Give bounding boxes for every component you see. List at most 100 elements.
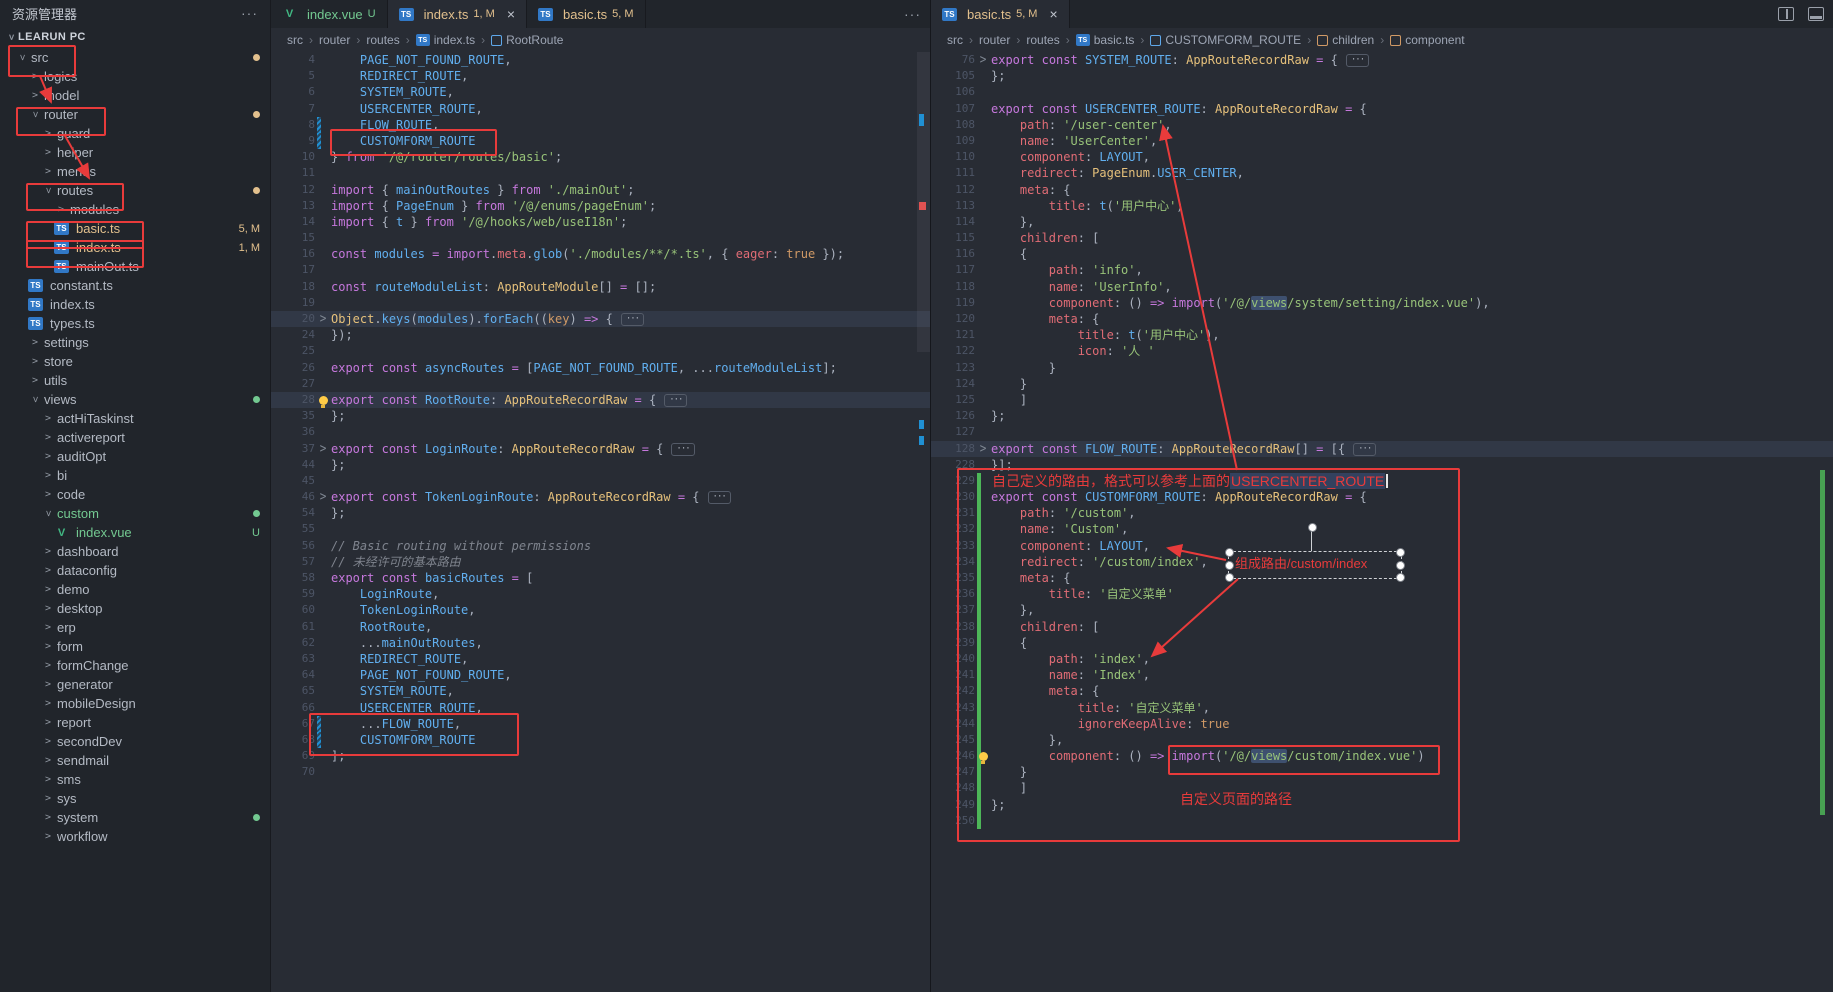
code-line-59[interactable]: 59 LoginRoute,	[271, 586, 931, 602]
annotation-textbox[interactable]: 组成路由/custom/index	[1228, 551, 1402, 579]
code-line-237[interactable]: 237 },	[931, 602, 1833, 618]
tree-item-helper[interactable]: >helper	[0, 143, 270, 162]
close-icon[interactable]: ×	[507, 7, 515, 21]
code-line-121[interactable]: 121 title: t('用户中心'),	[931, 327, 1833, 343]
folded-region-indicator[interactable]: ···	[1346, 54, 1369, 67]
code-line-65[interactable]: 65 SYSTEM_ROUTE,	[271, 683, 931, 699]
code-line-127[interactable]: 127	[931, 424, 1833, 440]
tree-item-erp[interactable]: >erp	[0, 618, 270, 637]
tree-item-secondDev[interactable]: >secondDev	[0, 732, 270, 751]
tree-item-mainOut.ts[interactable]: TSmainOut.ts	[0, 257, 270, 276]
tree-item-activereport[interactable]: >activereport	[0, 428, 270, 447]
code-line-6[interactable]: 6 SYSTEM_ROUTE,	[271, 84, 931, 100]
tree-item-types.ts[interactable]: TStypes.ts	[0, 314, 270, 333]
code-line-115[interactable]: 115 children: [	[931, 230, 1833, 246]
tree-item-actHiTaskinst[interactable]: >actHiTaskinst	[0, 409, 270, 428]
code-line-5[interactable]: 5 REDIRECT_ROUTE,	[271, 68, 931, 84]
tree-item-constant.ts[interactable]: TSconstant.ts	[0, 276, 270, 295]
tree-item-sendmail[interactable]: >sendmail	[0, 751, 270, 770]
tree-item-modules[interactable]: >modules	[0, 200, 270, 219]
code-line-123[interactable]: 123 }	[931, 360, 1833, 376]
code-line-19[interactable]: 19	[271, 295, 931, 311]
code-line-238[interactable]: 238 children: [	[931, 619, 1833, 635]
code-line-25[interactable]: 25	[271, 343, 931, 359]
tree-item-sms[interactable]: >sms	[0, 770, 270, 789]
code-line-64[interactable]: 64 PAGE_NOT_FOUND_ROUTE,	[271, 667, 931, 683]
code-line-60[interactable]: 60 TokenLoginRoute,	[271, 602, 931, 618]
tree-item-bi[interactable]: >bi	[0, 466, 270, 485]
folded-region-indicator[interactable]: ···	[621, 313, 644, 326]
breadcrumb-item-router[interactable]: router	[319, 33, 350, 47]
code-line-62[interactable]: 62 ...mainOutRoutes,	[271, 635, 931, 651]
code-line-106[interactable]: 106	[931, 84, 1833, 100]
folded-region-indicator[interactable]: ···	[671, 443, 694, 456]
split-editor-icon[interactable]	[1778, 7, 1794, 21]
code-line-35[interactable]: 35};	[271, 408, 931, 424]
code-line-70[interactable]: 70	[271, 764, 931, 780]
code-line-57[interactable]: 57// 未经许可的基本路由	[271, 554, 931, 570]
rotation-handle[interactable]	[1308, 523, 1317, 532]
code-line-107[interactable]: 107export const USERCENTER_ROUTE: AppRou…	[931, 101, 1833, 117]
code-line-236[interactable]: 236 title: '自定义菜单'	[931, 586, 1833, 602]
overview-ruler-right[interactable]	[1820, 0, 1833, 992]
tree-item-form[interactable]: >form	[0, 637, 270, 656]
code-line-63[interactable]: 63 REDIRECT_ROUTE,	[271, 651, 931, 667]
code-line-20[interactable]: 20>Object.keys(modules).forEach((key) =>…	[271, 311, 931, 327]
code-line-128[interactable]: 128>export const FLOW_ROUTE: AppRouteRec…	[931, 441, 1833, 457]
code-line-245[interactable]: 245 },	[931, 732, 1833, 748]
fold-chevron-icon[interactable]: >	[320, 309, 327, 328]
resize-handle-w[interactable]	[1225, 561, 1234, 570]
code-line-105[interactable]: 105};	[931, 68, 1833, 84]
code-line-13[interactable]: 13import { PageEnum } from '/@/enums/pag…	[271, 198, 931, 214]
code-line-15[interactable]: 15	[271, 230, 931, 246]
code-line-240[interactable]: 240 path: 'index',	[931, 651, 1833, 667]
code-line-7[interactable]: 7 USERCENTER_ROUTE,	[271, 101, 931, 117]
tree-item-src[interactable]: >src	[0, 48, 270, 67]
code-line-28[interactable]: 28export const RootRoute: AppRouteRecord…	[271, 392, 931, 408]
breadcrumb-item-RootRoute[interactable]: RootRoute	[491, 33, 563, 47]
fold-chevron-icon[interactable]: >	[980, 50, 987, 69]
code-line-119[interactable]: 119 component: () => import('/@/views/sy…	[931, 295, 1833, 311]
code-line-46[interactable]: 46>export const TokenLoginRoute: AppRout…	[271, 489, 931, 505]
code-line-11[interactable]: 11	[271, 165, 931, 181]
tree-item-desktop[interactable]: >desktop	[0, 599, 270, 618]
code-line-247[interactable]: 247 }	[931, 764, 1833, 780]
tree-item-workflow[interactable]: >workflow	[0, 827, 270, 846]
code-line-55[interactable]: 55	[271, 521, 931, 537]
code-line-108[interactable]: 108 path: '/user-center',	[931, 117, 1833, 133]
tree-item-demo[interactable]: >demo	[0, 580, 270, 599]
code-line-111[interactable]: 111 redirect: PageEnum.USER_CENTER,	[931, 165, 1833, 181]
code-line-228[interactable]: 228}];	[931, 457, 1833, 473]
code-line-124[interactable]: 124 }	[931, 376, 1833, 392]
code-line-230[interactable]: 230export const CUSTOMFORM_ROUTE: AppRou…	[931, 489, 1833, 505]
tree-item-views[interactable]: >views	[0, 390, 270, 409]
code-line-114[interactable]: 114 },	[931, 214, 1833, 230]
code-line-36[interactable]: 36	[271, 424, 931, 440]
code-line-232[interactable]: 232 name: 'Custom',	[931, 521, 1833, 537]
code-line-249[interactable]: 249};	[931, 797, 1833, 813]
code-editor-basic-ts[interactable]: 76>export const SYSTEM_ROUTE: AppRouteRe…	[931, 52, 1833, 829]
tab-basic.ts[interactable]: TSbasic.ts5, M×	[931, 0, 1070, 28]
overview-ruler-left[interactable]	[917, 0, 931, 992]
code-line-61[interactable]: 61 RootRoute,	[271, 619, 931, 635]
code-line-241[interactable]: 241 name: 'Index',	[931, 667, 1833, 683]
tree-item-formChange[interactable]: >formChange	[0, 656, 270, 675]
breadcrumb-item-index.ts[interactable]: TSindex.ts	[416, 33, 475, 47]
tab-index.ts[interactable]: TSindex.ts1, M×	[388, 0, 527, 28]
code-line-126[interactable]: 126};	[931, 408, 1833, 424]
breadcrumb-item-router[interactable]: router	[979, 33, 1010, 47]
code-line-56[interactable]: 56// Basic routing without permissions	[271, 538, 931, 554]
code-line-4[interactable]: 4 PAGE_NOT_FOUND_ROUTE,	[271, 52, 931, 68]
code-line-54[interactable]: 54};	[271, 505, 931, 521]
tree-item-code[interactable]: >code	[0, 485, 270, 504]
code-line-24[interactable]: 24});	[271, 327, 931, 343]
code-line-244[interactable]: 244 ignoreKeepAlive: true	[931, 716, 1833, 732]
breadcrumb-item-src[interactable]: src	[947, 33, 963, 47]
breadcrumb-item-src[interactable]: src	[287, 33, 303, 47]
tree-item-index.vue[interactable]: Vindex.vueU	[0, 523, 270, 542]
lightbulb-icon[interactable]	[979, 752, 988, 761]
tab-index.vue[interactable]: Vindex.vueU	[271, 0, 388, 28]
fold-chevron-icon[interactable]: >	[320, 487, 327, 506]
code-line-8[interactable]: 8 FLOW_ROUTE,	[271, 117, 931, 133]
resize-handle-sw[interactable]	[1225, 573, 1234, 582]
